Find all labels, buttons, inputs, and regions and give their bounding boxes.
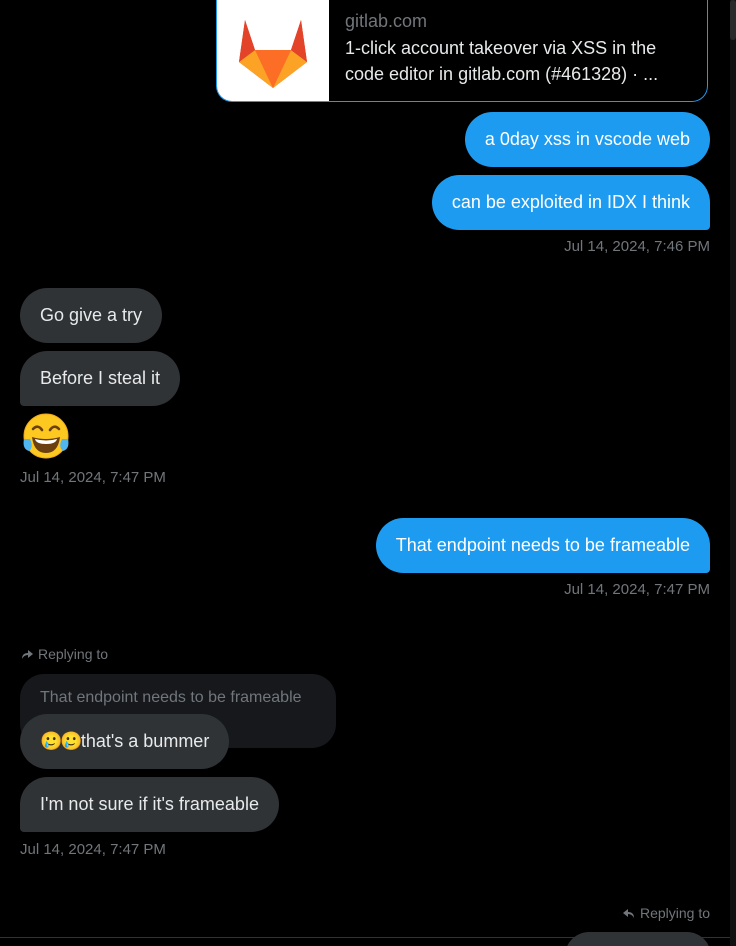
sent-message-bubble[interactable]: a 0day xss in vscode web <box>464 112 710 167</box>
reply-arrow-icon <box>22 650 33 659</box>
replying-to-text: Replying to <box>38 646 109 662</box>
scrollbar-thumb[interactable] <box>730 0 736 40</box>
message-timestamp: Jul 14, 2024, 7:47 PM <box>564 581 710 598</box>
link-title[interactable]: 1-click account takeover via XSS in the … <box>345 35 693 87</box>
sent-message-bubble[interactable]: can be exploited in IDX I think <box>431 175 710 230</box>
replying-to-label: Replying to <box>20 645 108 663</box>
link-preview-card[interactable]: gitlab.com 1-click account takeover via … <box>216 0 708 102</box>
reply-arrow-icon <box>622 909 634 918</box>
divider <box>0 937 736 938</box>
dm-conversation[interactable]: gitlab.com 1-click account takeover via … <box>0 0 736 946</box>
received-message-bubble[interactable]: 🥲🥲that's a bummer <box>20 714 230 769</box>
gitlab-logo-icon <box>217 0 329 101</box>
sent-message-bubble[interactable]: That endpoint needs to be frameable <box>375 518 710 573</box>
link-domain: gitlab.com <box>345 11 428 31</box>
replying-to-label: Replying to <box>622 904 710 922</box>
replying-to-text: Replying to <box>639 905 710 921</box>
message-text: that's a bummer <box>80 731 210 751</box>
received-message-bubble[interactable]: Before I steal it <box>20 351 181 406</box>
face-with-tears-of-joy-icon[interactable] <box>20 411 72 463</box>
link-title-line1: 1-click account takeover via XSS in the <box>345 38 657 58</box>
smiling-face-with-tear-icon: 🥲🥲 <box>40 731 83 752</box>
quoted-message[interactable] <box>565 932 711 946</box>
received-message-bubble[interactable]: Go give a try <box>20 288 163 343</box>
message-timestamp: Jul 14, 2024, 7:47 PM <box>20 841 166 858</box>
received-message-bubble[interactable]: I'm not sure if it's frameable <box>20 777 279 832</box>
scrollbar[interactable] <box>730 0 736 946</box>
message-timestamp: Jul 14, 2024, 7:47 PM <box>20 469 166 486</box>
link-title-line2: code editor in gitlab.com (#461328) · ..… <box>345 64 659 84</box>
message-timestamp: Jul 14, 2024, 7:46 PM <box>564 238 710 255</box>
